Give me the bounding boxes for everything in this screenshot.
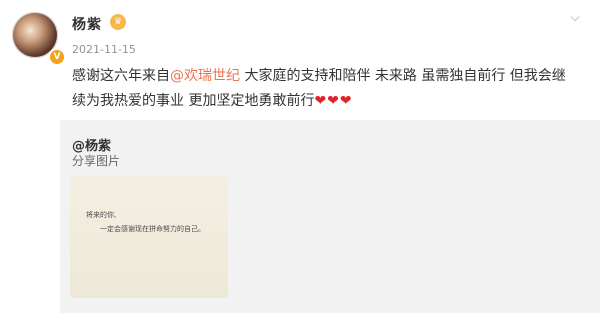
post-author-name[interactable]: 杨紫: [72, 14, 102, 34]
repost-image[interactable]: 将来的你, 一定会感谢现在拼命努力的自己。: [70, 176, 228, 298]
heart-emoji-icons: ❤❤❤: [314, 93, 353, 109]
chevron-down-icon[interactable]: ⌵: [568, 10, 582, 24]
mention-link[interactable]: @欢瑞世纪: [170, 68, 240, 84]
image-text-line: 将来的你,: [86, 211, 117, 219]
post-timestamp[interactable]: 2021-11-15: [72, 43, 136, 56]
verified-badge-icon: V: [48, 48, 66, 66]
member-badge-icon[interactable]: ♛: [110, 14, 126, 30]
post-text-part: 感谢这六年来自: [72, 68, 170, 84]
repost-text: 分享图片: [72, 154, 121, 168]
image-text-line: 一定会感谢现在拼命努力的自己。: [100, 225, 205, 233]
post-text: 感谢这六年来自@欢瑞世纪 大家庭的支持和陪伴 未来路 虽需独自前行 但我会继续为…: [72, 64, 577, 114]
weibo-post: V 杨紫 ♛ 2021-11-15 ⌵ 感谢这六年来自@欢瑞世纪 大家庭的支持和…: [0, 0, 600, 313]
